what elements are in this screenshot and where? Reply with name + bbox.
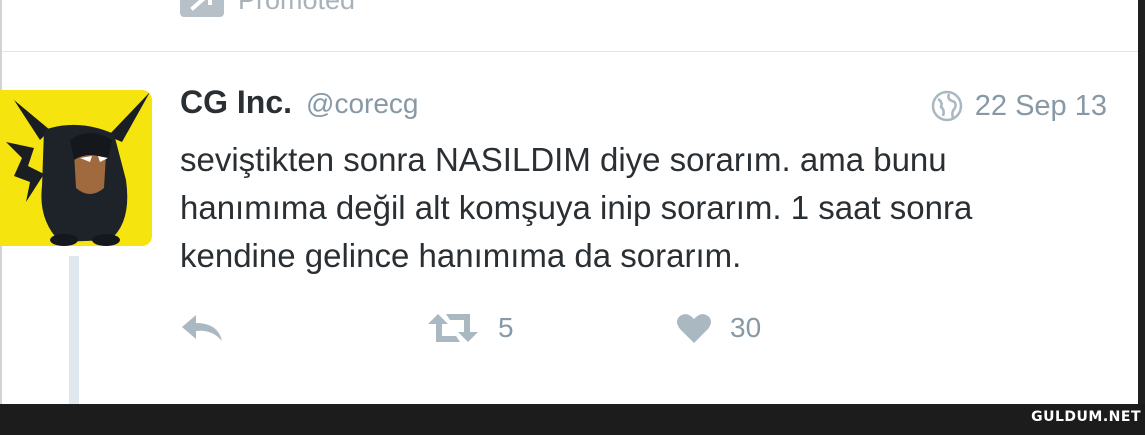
retweet-button[interactable]: 5 [426, 308, 514, 348]
thread-line [69, 256, 79, 404]
tweet-actions: 5 30 [180, 308, 880, 348]
tweet-divider [2, 51, 1138, 52]
author-display-name[interactable]: CG Inc. [180, 84, 292, 121]
right-border [1138, 0, 1145, 404]
reply-button[interactable] [180, 308, 224, 348]
reply-icon [182, 315, 222, 341]
retweet-count: 5 [498, 312, 514, 343]
timestamp-text: 22 Sep 13 [974, 89, 1107, 122]
tweet-text-line: hanımıma değil alt komşuya inip sorarım.… [180, 189, 973, 226]
like-count: 30 [730, 312, 762, 343]
promoted-label-row: Promoted [180, 0, 355, 18]
tweet-timestamp[interactable]: 22 Sep 13 [931, 88, 1107, 124]
promoted-arrow-icon [180, 0, 224, 17]
tweet-header: CG Inc. @corecg [180, 84, 418, 124]
tweet-text-line: seviştikten sonra NASILDIM diye sorarım.… [180, 141, 947, 178]
bottom-bar [0, 404, 1145, 435]
heart-icon [677, 314, 711, 343]
tweet-text: seviştikten sonra NASILDIM diye sorarım.… [180, 136, 1110, 280]
avatar[interactable] [0, 90, 152, 246]
tweet-text-line: kendine gelince hanımıma da sorarım. [180, 237, 742, 274]
like-button[interactable]: 30 [676, 308, 761, 348]
promoted-text: Promoted [238, 0, 355, 16]
site-watermark: GULDUM.NET [1031, 409, 1141, 425]
retweet-icon [428, 314, 478, 342]
globe-icon [931, 90, 963, 122]
author-handle[interactable]: @corecg [306, 88, 418, 120]
